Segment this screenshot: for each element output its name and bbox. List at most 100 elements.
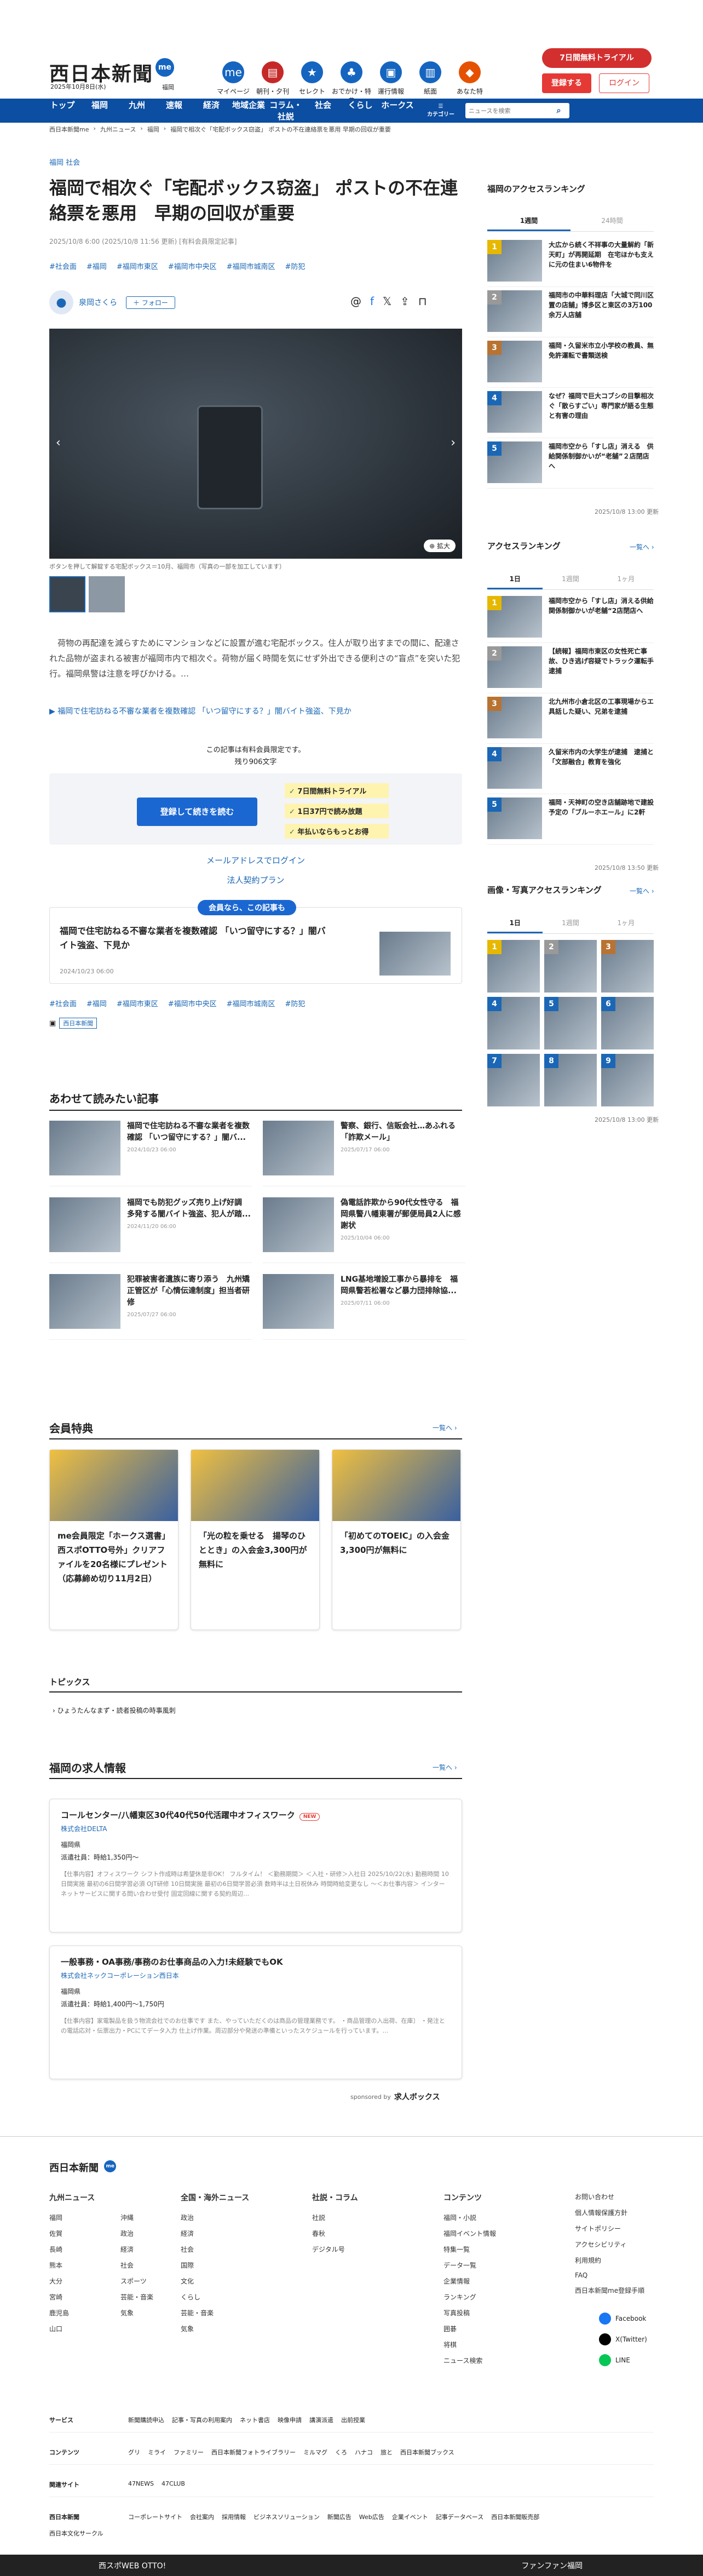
footer-corp-logo[interactable]: 西日本新聞 <box>49 2512 120 2521</box>
threads-icon[interactable]: @ <box>350 295 361 308</box>
footer-link[interactable]: 将棋 <box>443 2340 575 2349</box>
footer-link[interactable]: FAQ <box>575 2271 673 2279</box>
footer-link[interactable]: 文化 <box>181 2276 312 2286</box>
footer-row-link[interactable]: ミライ <box>148 2448 166 2457</box>
footer-link[interactable]: 社説 <box>312 2213 443 2222</box>
footer-link[interactable]: 長崎 <box>49 2245 110 2254</box>
nav-item[interactable]: コラム・社説 <box>267 99 304 122</box>
footer-row-link[interactable]: ファミリー <box>174 2448 204 2457</box>
footer-row-link[interactable]: ミルマグ <box>303 2448 327 2457</box>
social-link[interactable]: X(Twitter) <box>599 2333 647 2345</box>
follow-button[interactable]: ＋ フォロー <box>126 296 175 309</box>
sponsor-name[interactable]: 求人ボックス <box>394 2091 440 2102</box>
related-link[interactable]: ▶ 福岡で住宅訪ねる不審な業者を複数確認 「いつ留守にする？」闇バイト強盗、下見… <box>49 705 352 716</box>
job-company[interactable]: 株式会社DELTA <box>61 1824 451 1833</box>
access2-more[interactable]: 一覧へ › <box>630 542 654 552</box>
nav-item[interactable]: トップ <box>44 99 81 122</box>
subscribe-button[interactable]: 登録して続きを読む <box>137 798 257 826</box>
footer-row-link[interactable]: 新聞購読申込 <box>128 2416 164 2424</box>
register-button[interactable]: 登録する <box>542 73 591 93</box>
corporate-plan-link[interactable]: 法人契約プラン <box>49 874 462 886</box>
ranking-item[interactable]: 3 福岡・久留米市立小学校の教員、無免許運転で書類送検 <box>487 337 654 388</box>
ranking-item[interactable]: 4 なぜ？福岡で巨大コブシの目撃相次ぐ「散らすごい」専門家が語る生態と有害の理由 <box>487 388 654 438</box>
breadcrumb-item[interactable]: 福岡 <box>147 125 159 134</box>
photo-rank-item[interactable]: 2 <box>544 940 597 992</box>
region-label[interactable]: 福岡 <box>162 83 174 91</box>
footer-link[interactable]: 沖縄 <box>120 2213 181 2222</box>
article-tag[interactable]: #福岡市城南区 <box>227 261 275 271</box>
facebook-icon[interactable]: f <box>370 295 374 308</box>
main-photo[interactable]: ‹ › ⊕ 拡大 <box>49 329 462 559</box>
source-badge[interactable]: 西日本新聞 <box>59 1018 97 1029</box>
sidebar-tab[interactable]: 1週間 <box>543 914 598 933</box>
footer-link[interactable]: 写真投稿 <box>443 2308 575 2317</box>
also-read-item[interactable]: 犯罪被害者遺族に寄り添う 九州矯正管区が「心情伝達制度」担当者研修 2025/07… <box>49 1274 252 1340</box>
article-tag[interactable]: #防犯 <box>285 998 306 1008</box>
ranking-item[interactable]: 2 【続報】福岡市東区の女性死亡事故、ひき逃げ容疑でトラック運転手逮捕 <box>487 643 654 693</box>
search-input[interactable] <box>469 107 548 114</box>
ranking-item[interactable]: 5 福岡市空から「すし店」消える 供給関係制御かいが“老舗”２店閉店へ <box>487 438 654 489</box>
footer-corp-link[interactable]: 新聞広告 <box>327 2512 352 2521</box>
footer-link[interactable]: ニュース検索 <box>443 2356 575 2365</box>
login-button[interactable]: ログイン <box>599 73 649 93</box>
breadcrumb-item[interactable]: 西日本新聞me <box>49 125 89 134</box>
footer-link[interactable]: スポーツ <box>120 2276 181 2286</box>
footer-row-link[interactable]: ハナコ <box>355 2448 373 2457</box>
footer-link[interactable]: 宮崎 <box>49 2292 110 2302</box>
job-card[interactable]: 一般事務・OA事務/事務のお仕事商品の入力!未経験でもOK 株式会社ネックコーポレ… <box>49 1946 462 2079</box>
search-icon[interactable]: ⌕ <box>548 106 569 115</box>
ranking-item[interactable]: 1 大広から続く不祥事の大量解約「新天町」が再開延期 在宅ほかも支えに元の住まい6… <box>487 237 654 287</box>
sidebar-tab[interactable]: 1日 <box>487 914 543 933</box>
footer-corp-link[interactable]: ビジネスソリューション <box>253 2512 320 2521</box>
also-read-item[interactable]: 警察、銀行、信販会社…あふれる「詐欺メール」 2025/07/17 06:00 <box>263 1121 465 1186</box>
benefit-card[interactable]: me会員限定「ホークス選書」西スポOTTO号外」クリアファイルを20名様にプレゼ… <box>49 1449 178 1630</box>
footer-link[interactable]: 春秋 <box>312 2229 443 2238</box>
footer-link[interactable]: 経済 <box>181 2229 312 2238</box>
trial-button[interactable]: 7日間無料トライアル <box>542 48 652 68</box>
job-company[interactable]: 株式会社ネックコーポレーション西日本 <box>61 1971 451 1980</box>
footer-link[interactable]: 福岡イベント情報 <box>443 2229 575 2238</box>
footer-corp-link[interactable]: 記事データベース <box>436 2512 483 2521</box>
footer-link[interactable]: デジタル号 <box>312 2245 443 2254</box>
topics-item[interactable]: › ひょうたんなまず・読者投稿の時事風刺 <box>53 1706 176 1715</box>
article-tag[interactable]: #防犯 <box>285 261 306 271</box>
breadcrumb-item[interactable]: 九州ニュース <box>100 125 136 134</box>
next-arrow-icon[interactable]: › <box>451 436 456 450</box>
footer-row-link[interactable]: 出前授業 <box>341 2416 365 2424</box>
footer-link[interactable]: 芸能・音楽 <box>120 2292 181 2302</box>
footer-link[interactable]: 気象 <box>181 2324 312 2333</box>
nav-item[interactable]: 福岡 <box>81 99 118 122</box>
bottom-banner-right[interactable]: ファンファン福岡 <box>521 2560 583 2571</box>
footer-corp-link[interactable]: 西日本新聞販売部 <box>491 2512 539 2521</box>
footer-link[interactable]: 福岡 <box>49 2213 110 2222</box>
footer-logo[interactable]: 西日本新聞 me <box>49 2160 117 2175</box>
nav-item[interactable]: 九州 <box>118 99 155 122</box>
footer-corp-link[interactable]: 企業イベント <box>392 2512 428 2521</box>
photo-rank-item[interactable]: 8 <box>544 1054 597 1106</box>
also-read-item[interactable]: 偽電話詐欺から90代女性守る 福岡県警八幡東署が郵便局員2人に感謝状 2025/1… <box>263 1197 465 1263</box>
footer-link[interactable]: データ一覧 <box>443 2261 575 2270</box>
footer-row-link[interactable]: ネット書店 <box>240 2416 270 2424</box>
bottom-banner-left[interactable]: 西スポWEB OTTO! <box>99 2560 166 2571</box>
footer-row-link[interactable]: 47NEWS <box>128 2480 154 2489</box>
footer-link[interactable]: 気象 <box>120 2308 181 2317</box>
footer-link[interactable]: 国際 <box>181 2261 312 2270</box>
footer-link[interactable]: 鹿児島 <box>49 2308 110 2317</box>
ranking-item[interactable]: 2 福岡市の中華料理店「大城で同川区置の店舗」博多区と東区の3万100余万人店舗 <box>487 287 654 337</box>
ranking-item[interactable]: 3 北九州市小倉北区の工事現場からエ具話した疑い、兄弟を逮捕 <box>487 693 654 744</box>
article-tag[interactable]: #社会面 <box>49 261 77 271</box>
x-icon[interactable]: 𝕏 <box>383 295 391 308</box>
photo-rank-item[interactable]: 1 <box>487 940 540 992</box>
footer-corp-link[interactable]: 西日本文化サークル <box>49 2529 103 2538</box>
footer-corp-link[interactable]: 会社案内 <box>190 2512 214 2521</box>
footer-row-link[interactable]: 西日本新聞フォトライブラリー <box>211 2448 296 2457</box>
footer-row-link[interactable]: くろ <box>335 2448 347 2457</box>
sidebar-tab[interactable]: 1週間 <box>543 570 598 589</box>
also-read-item[interactable]: 福岡で住宅訪ねる不審な業者を複数確認 「いつ留守にする？」闇バ... 2024/1… <box>49 1121 252 1186</box>
benefit-card[interactable]: 「光の粒を乗せる 揚琴のひととき」の入会金3,300円が無料に <box>191 1449 320 1630</box>
social-link[interactable]: LINE <box>599 2354 647 2366</box>
sidebar-tab[interactable]: 1ヶ月 <box>598 914 654 933</box>
footer-row-link[interactable]: 旅と <box>381 2448 393 2457</box>
jobs-more[interactable]: 一覧へ › <box>433 1763 457 1772</box>
article-tag[interactable]: #福岡 <box>87 998 107 1008</box>
